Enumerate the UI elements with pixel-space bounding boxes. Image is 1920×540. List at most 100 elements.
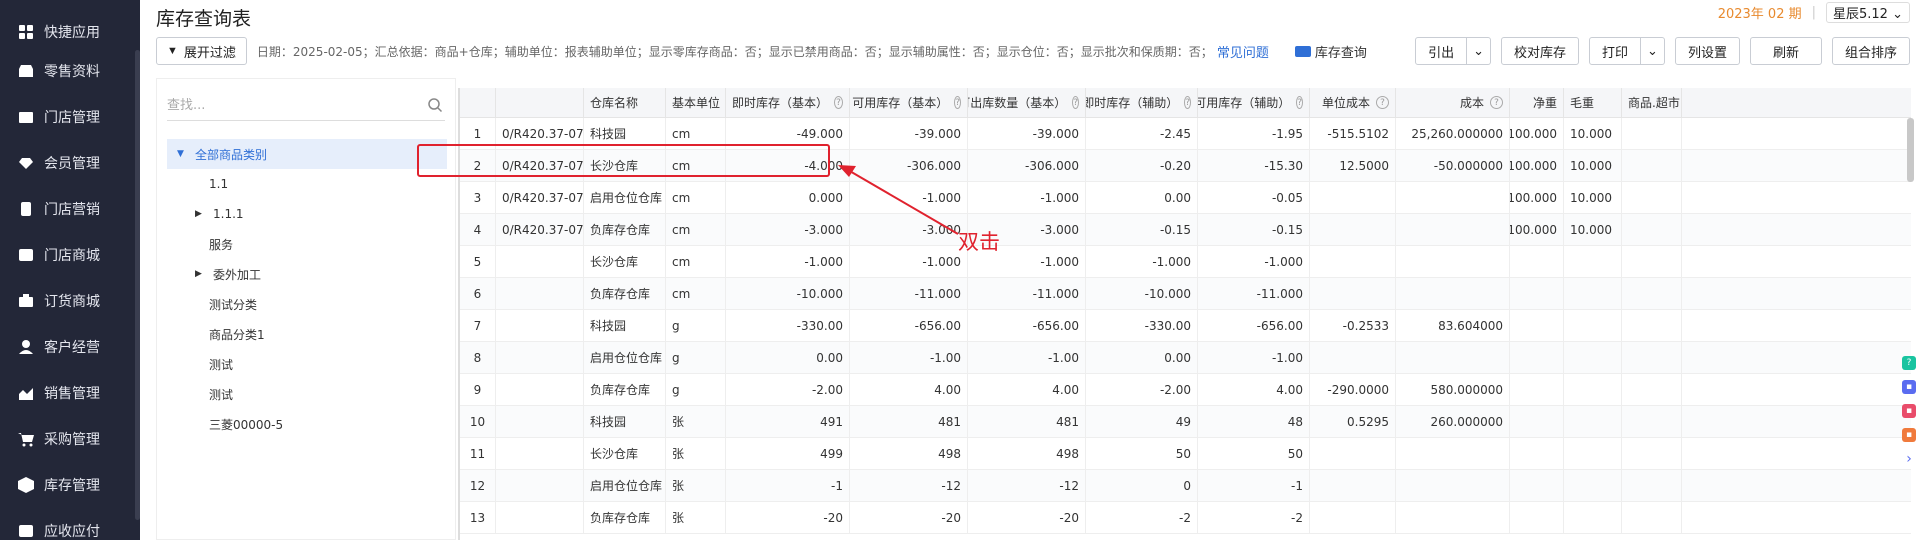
tree-node[interactable]: 测试 — [167, 349, 447, 379]
version-select[interactable]: 星辰5.12 ⌄ — [1826, 2, 1910, 23]
tree-node[interactable]: 测试 — [167, 379, 447, 409]
tree-node-label: 测试 — [209, 387, 234, 402]
column-header[interactable]: 即时库存（辅助）? — [1086, 88, 1198, 117]
message-icon[interactable]: ▪ — [1902, 404, 1916, 418]
main-area: 库存查询表 2023年 02 期 | 星辰5.12 ⌄ ▼ 展开过滤 日期：20… — [140, 0, 1920, 540]
tree-node[interactable]: 服务 — [167, 229, 447, 259]
column-header[interactable]: 毛重 — [1564, 88, 1622, 117]
table-vertical-scrollbar[interactable] — [1907, 118, 1914, 182]
help-circle-icon[interactable]: ? — [1184, 96, 1191, 109]
export-dropdown[interactable]: ⌄ — [1467, 37, 1492, 65]
tree-node[interactable]: ▶ 委外加工 — [167, 259, 447, 289]
tree-node[interactable]: ▶ 1.1.1 — [167, 199, 447, 229]
table-cell — [1396, 342, 1510, 373]
sidebar-item[interactable]: 客户经营 — [0, 324, 140, 370]
table-row[interactable]: 12 启用仓位仓库张 -1 -12 -12 0 -1 — [460, 470, 1911, 502]
table-cell: -330.00 — [1086, 310, 1198, 341]
column-header[interactable]: 商品.超市 — [1622, 88, 1682, 117]
table-cell: 启用仓位仓库 — [584, 182, 666, 213]
sidebar-item[interactable]: 零售资料 — [0, 48, 140, 94]
period-separator: | — [1811, 5, 1816, 20]
sidebar-item[interactable]: 会员管理 — [0, 140, 140, 186]
table-row[interactable]: 10/R420.37-07T3科技园cm-49.000-39.000-39.00… — [460, 118, 1911, 150]
table-cell: 10.000 — [1564, 150, 1622, 181]
row-index: 3 — [460, 182, 496, 213]
period-label[interactable]: 2023年 02 期 — [1718, 3, 1802, 22]
help-circle-icon[interactable]: ? — [1376, 96, 1389, 109]
tree-node[interactable]: 测试分类 — [167, 289, 447, 319]
help-circle-icon[interactable]: ? — [954, 96, 961, 109]
tree-search-input[interactable] — [167, 98, 417, 113]
tree-node[interactable]: 三菱00000-5 — [167, 409, 447, 439]
table-cell — [1396, 470, 1510, 501]
table-cell: 张 — [666, 406, 726, 437]
table-cell: -656.00 — [968, 310, 1086, 341]
table-row[interactable]: 10 科技园张 491 481 481 49 48 0.5295 260.000000 — [460, 406, 1911, 438]
expand-filter-button[interactable]: ▼ 展开过滤 — [156, 37, 247, 65]
table-row[interactable]: 40/R420.37-07T3负库存仓库cm-3.000-3.000-3.000… — [460, 214, 1911, 246]
inventory-query-link[interactable]: 库存查询 — [1294, 42, 1367, 61]
table-row[interactable]: 9 负库存仓库 g -2.00 4.00 4.00 -2.00 4.00 -290.0000 58… — [460, 374, 1911, 406]
print-dropdown[interactable]: ⌄ — [1641, 37, 1665, 65]
column-header-label: 即时库存（基本） — [732, 96, 829, 110]
sidebar-item[interactable]: 门店商城 — [0, 232, 140, 278]
column-header[interactable]: 即时库存（基本）? — [726, 88, 850, 117]
column-header[interactable]: 成本? — [1396, 88, 1510, 117]
sidebar-item[interactable]: 订货商城 — [0, 278, 140, 324]
table-row[interactable]: 7 科技园 g -330.00 -656.00 -656.00 -330.00 -656.00… — [460, 310, 1911, 342]
chat-icon[interactable]: ▪ — [1902, 380, 1916, 394]
tree-node[interactable]: 1.1 — [167, 169, 447, 199]
refresh-button[interactable]: 刷新 — [1749, 37, 1822, 65]
tree-node-root[interactable]: ▼ 全部商品类别 — [167, 139, 447, 169]
column-settings-button[interactable]: 列设置 — [1674, 37, 1740, 65]
table-row[interactable]: 11 长沙仓库张 499 498 498 50 50 — [460, 438, 1911, 470]
sidebar-item[interactable]: 门店管理 — [0, 94, 140, 140]
table-cell: -10.000 — [726, 278, 850, 309]
sidebar-item[interactable]: 采购管理 — [0, 416, 140, 462]
column-header[interactable]: 仓库名称 — [584, 88, 666, 117]
caret-right-icon[interactable]: ▶ — [195, 209, 209, 219]
grid-icon — [16, 22, 36, 42]
notice-icon[interactable]: ▪ — [1902, 428, 1916, 442]
column-header[interactable]: 可用库存（基本）? — [850, 88, 968, 117]
table-row[interactable]: 20/R420.37-07T3长沙仓库cm-4.000-306.000-306.… — [460, 150, 1911, 182]
search-icon[interactable] — [427, 97, 443, 113]
help-icon[interactable]: ? — [1902, 356, 1916, 370]
table-cell: 498 — [968, 438, 1086, 469]
sidebar-item[interactable]: 应收应付 — [0, 508, 140, 540]
expand-filter-label: 展开过滤 — [183, 44, 236, 60]
column-header[interactable] — [496, 88, 584, 117]
column-header[interactable]: 单位成本? — [1310, 88, 1396, 117]
tree-node[interactable]: 商品分类1 — [167, 319, 447, 349]
help-circle-icon[interactable]: ? — [834, 96, 843, 109]
export-button[interactable]: 引出 — [1415, 37, 1468, 65]
chevron-right-icon[interactable]: › — [1902, 451, 1916, 467]
table-row[interactable]: 8 启用仓位仓库 g 0.00 -1.00 -1.00 0.00 -1.00 — [460, 342, 1911, 374]
combined-sort-button[interactable]: 组合排序 — [1831, 37, 1910, 65]
table-row[interactable]: 6 负库存仓库 cm -10.000 -11.000 -11.000 -10.000 -11.… — [460, 278, 1911, 310]
row-index: 2 — [460, 150, 496, 181]
table-row[interactable]: 13 负库存仓库张 -20 -20 -20 -2 -2 — [460, 502, 1911, 534]
caret-down-icon[interactable]: ▼ — [177, 149, 191, 159]
print-button[interactable]: 打印 — [1589, 37, 1642, 65]
sidebar-item[interactable]: 门店营销 — [0, 186, 140, 232]
column-header[interactable]: 净重 — [1510, 88, 1564, 117]
check-inventory-button[interactable]: 校对库存 — [1501, 37, 1580, 65]
table-cell — [496, 374, 584, 405]
help-circle-icon[interactable]: ? — [1490, 96, 1503, 109]
help-circle-icon[interactable]: ? — [1296, 96, 1303, 109]
column-header[interactable]: 可出库数量（基本）? — [968, 88, 1086, 117]
caret-right-icon[interactable]: ▶ — [195, 269, 209, 279]
table-cell — [1622, 374, 1682, 405]
sidebar-item[interactable]: 快捷应用 — [0, 16, 140, 48]
order-mall-icon — [16, 291, 36, 311]
sidebar-item[interactable]: 库存管理 — [0, 462, 140, 508]
column-header[interactable]: 基本单位 — [666, 88, 726, 117]
column-header[interactable] — [460, 88, 496, 117]
table-row[interactable]: 30/R420.37-07T3启用仓位仓库cm0.000-1.000-1.000… — [460, 182, 1911, 214]
table-row[interactable]: 5 长沙仓库 cm -1.000 -1.000 -1.000 -1.000 -1.000 — [460, 246, 1911, 278]
sidebar-item[interactable]: 销售管理 — [0, 370, 140, 416]
help-circle-icon[interactable]: ? — [1072, 96, 1079, 109]
column-header[interactable]: 可用库存（辅助）? — [1198, 88, 1310, 117]
faq-link[interactable]: 常见问题 — [1217, 42, 1269, 61]
